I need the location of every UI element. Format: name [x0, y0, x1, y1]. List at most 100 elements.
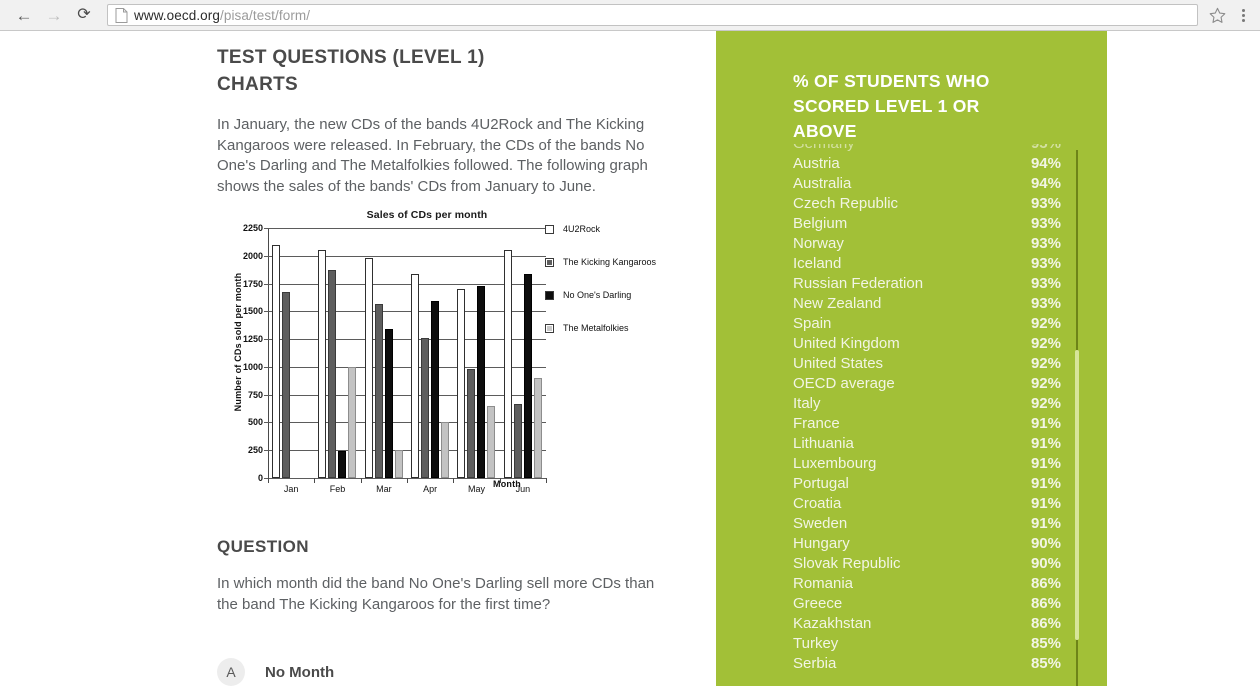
country-percentage: 93% [1030, 255, 1061, 272]
country-percentage: 93% [1030, 235, 1061, 252]
country-percentage: 92% [1030, 335, 1061, 352]
country-name: France [793, 415, 840, 432]
country-name: OECD average [793, 375, 895, 392]
answer-option[interactable]: A No Month [217, 658, 667, 686]
country-name: Slovak Republic [793, 555, 901, 572]
url-path: /pisa/test/form/ [220, 7, 311, 23]
chart-bar [467, 369, 476, 478]
address-bar[interactable]: www.oecd.org/pisa/test/form/ [107, 4, 1198, 26]
chart-bar [533, 378, 542, 478]
chart-x-tick-label: Mar [376, 484, 392, 494]
country-percentage: 92% [1030, 315, 1061, 332]
country-percentage: 91% [1030, 455, 1061, 472]
chart-bar [523, 273, 532, 478]
cd-sales-chart: Sales of CDs per month Number of CDs sol… [217, 207, 687, 507]
page-title-line1: TEST QUESTIONS (LEVEL 1) [217, 47, 485, 68]
country-name: Greece [793, 595, 843, 612]
answer-option-key[interactable]: A [217, 658, 245, 686]
arrow-right-icon[interactable]: → [39, 0, 69, 30]
country-row: Belgium 93% [793, 215, 1061, 235]
country-percentage: 86% [1030, 575, 1061, 592]
chart-legend-label: 4U2Rock [563, 224, 601, 234]
chart-bar-group [268, 228, 314, 478]
chart-legend-label: No One's Darling [563, 290, 632, 300]
country-percentage: 94% [1030, 175, 1061, 192]
question-heading: QUESTION [217, 537, 309, 556]
country-percentage: 93% [1030, 295, 1061, 312]
chart-bar [487, 405, 496, 478]
chart-x-tick-label: Feb [329, 484, 346, 494]
country-percentage: 90% [1030, 555, 1061, 572]
chart-legend-label: The Kicking Kangaroos [563, 257, 657, 267]
chart-legend-swatch [545, 323, 554, 333]
chart-bar [328, 270, 337, 478]
chart-x-tick-mark [360, 478, 362, 483]
scrollbar-thumb[interactable] [1075, 350, 1079, 640]
country-row: Czech Republic 93% [793, 195, 1061, 215]
chart-x-tick-label: Jan [283, 484, 299, 494]
star-icon[interactable] [1204, 2, 1230, 28]
country-name: Romania [793, 575, 854, 592]
chart-y-axis-label: Number of CDs sold per month [233, 272, 243, 412]
chart-y-tick-label: 1750 [242, 278, 263, 289]
panel-scrollbar[interactable] [1075, 150, 1079, 686]
page-title-line2: CHARTS [217, 74, 298, 95]
chart-x-tick-mark [453, 478, 455, 483]
country-row: OECD average 92% [793, 375, 1061, 395]
country-percentage: 93% [1030, 275, 1061, 292]
chart-bar [477, 285, 486, 478]
country-name: Serbia [793, 655, 837, 672]
chart-x-tick-mark [268, 478, 269, 483]
country-row: Italy 92% [793, 395, 1061, 415]
answer-option-label[interactable]: No Month [265, 664, 334, 681]
country-name: Turkey [793, 635, 839, 652]
chart-y-tick-label: 250 [247, 445, 263, 456]
answer-options: A No Month [217, 658, 667, 686]
country-name: Sweden [793, 515, 848, 532]
country-percentage: 91% [1030, 515, 1061, 532]
chart-bar-group [361, 228, 407, 478]
arrow-left-icon[interactable]: ← [9, 0, 39, 30]
country-name: Italy [793, 395, 821, 412]
country-percentage: 95% [1031, 144, 1061, 152]
country-percentage: 86% [1030, 595, 1061, 612]
chart-legend-swatch [545, 290, 554, 300]
country-row: Germany 95% [793, 144, 1061, 155]
three-dot-menu-icon[interactable] [1232, 0, 1254, 30]
country-percentage: 91% [1030, 495, 1061, 512]
url-host: www.oecd.org [134, 7, 220, 23]
country-row: Luxembourg 91% [793, 455, 1061, 475]
chart-y-tick-label: 2000 [242, 250, 263, 261]
chart-legend-label: The Metalfolkies [563, 323, 629, 333]
country-row: Romania 86% [793, 575, 1061, 595]
chart-bar [384, 329, 393, 478]
country-percentage: 91% [1030, 435, 1061, 452]
country-row: Hungary 90% [793, 535, 1061, 555]
country-name: United Kingdom [793, 335, 900, 352]
intro-paragraph: In January, the new CDs of the bands 4U2… [217, 116, 648, 195]
country-row: Spain 92% [793, 315, 1061, 335]
country-name: Croatia [793, 495, 842, 512]
country-percentage: 92% [1030, 375, 1061, 392]
question-section: QUESTION In which month did the band No … [217, 537, 667, 686]
chart-x-tick-label: Apr [423, 484, 438, 494]
reload-icon[interactable]: ⟳ [69, 0, 99, 30]
country-percentage: 85% [1030, 655, 1061, 672]
chart-legend-item: 4U2Rock [545, 224, 600, 234]
chart-bar [282, 292, 291, 478]
chart-bar-group [407, 228, 453, 478]
country-name: Russian Federation [793, 275, 924, 292]
country-name: Kazakhstan [793, 615, 872, 632]
chart-y-tick-label: 1500 [242, 306, 263, 317]
page-title: TEST QUESTIONS (LEVEL 1) CHARTS [217, 44, 667, 98]
country-name: Austria [793, 155, 840, 172]
country-percentage: 91% [1030, 415, 1061, 432]
chart-bar [348, 366, 357, 478]
country-row: Turkey 85% [793, 635, 1061, 655]
country-percentage: 85% [1030, 635, 1061, 652]
country-row: Lithuania 91% [793, 435, 1061, 455]
chart-bar [431, 301, 440, 478]
country-row: United Kingdom 92% [793, 335, 1061, 355]
country-name: Iceland [793, 255, 842, 272]
chart-x-tick-mark [314, 478, 316, 483]
